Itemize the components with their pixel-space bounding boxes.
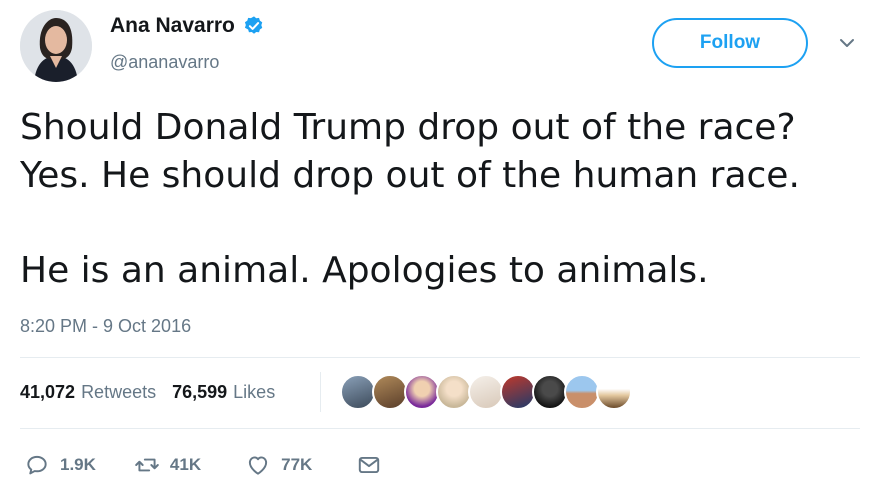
liker-avatar[interactable]: [468, 374, 504, 410]
follow-button[interactable]: Follow: [652, 18, 808, 68]
author-display-name[interactable]: Ana Navarro: [110, 14, 235, 38]
liker-avatar[interactable]: [564, 374, 600, 410]
likes-stat[interactable]: 76,599 Likes: [172, 382, 275, 403]
divider: [20, 357, 860, 358]
author-avatar[interactable]: [20, 10, 92, 82]
liker-avatar[interactable]: [436, 374, 472, 410]
author-name-row: Ana Navarro: [110, 14, 265, 38]
retweets-stat[interactable]: 41,072 Retweets: [20, 382, 156, 403]
retweets-label: Retweets: [81, 382, 157, 402]
envelope-icon: [359, 456, 380, 474]
tweet-text-line: He is an animal. Apologies to animals.: [20, 250, 709, 291]
tweet-timestamp[interactable]: 8:20 PM - 9 Oct 2016: [20, 316, 191, 337]
like-count: 77K: [281, 455, 313, 474]
likes-label: Likes: [233, 382, 276, 402]
retweet-button[interactable]: 41K: [134, 452, 201, 478]
liker-avatar[interactable]: [596, 374, 632, 410]
reply-icon: [27, 455, 47, 475]
reply-button[interactable]: 1.9K: [24, 452, 96, 478]
author-handle[interactable]: @ananavarro: [110, 52, 219, 73]
stats-separator: [320, 372, 321, 412]
like-button[interactable]: 77K: [245, 452, 312, 478]
tweet-actions: 1.9K 41K 77K: [24, 452, 382, 478]
avatar-photo: [20, 10, 92, 82]
direct-message-button[interactable]: [356, 452, 382, 478]
retweet-count: 41K: [169, 455, 202, 474]
reply-count: 1.9K: [60, 455, 96, 474]
divider: [20, 428, 860, 429]
liker-avatar[interactable]: [500, 374, 536, 410]
tweet-text-line: Yes. He should drop out of the human rac…: [20, 155, 800, 196]
liker-avatar[interactable]: [532, 374, 568, 410]
liker-avatar[interactable]: [340, 374, 376, 410]
retweets-count: 41,072: [20, 382, 76, 402]
chevron-down-icon[interactable]: [836, 34, 858, 52]
tweet-text-line: Should Donald Trump drop out of the race…: [20, 107, 796, 148]
liker-avatar[interactable]: [372, 374, 408, 410]
retweet-icon: [135, 458, 159, 472]
tweet-stats: 41,072 Retweets 76,599 Likes: [20, 382, 287, 403]
heart-icon: [249, 456, 268, 475]
tweet-text: Should Donald Trump drop out of the race…: [20, 104, 870, 295]
verified-badge-icon: [243, 15, 265, 37]
likes-count: 76,599: [172, 382, 228, 402]
likers-avatars: [340, 374, 632, 410]
liker-avatar[interactable]: [404, 374, 440, 410]
